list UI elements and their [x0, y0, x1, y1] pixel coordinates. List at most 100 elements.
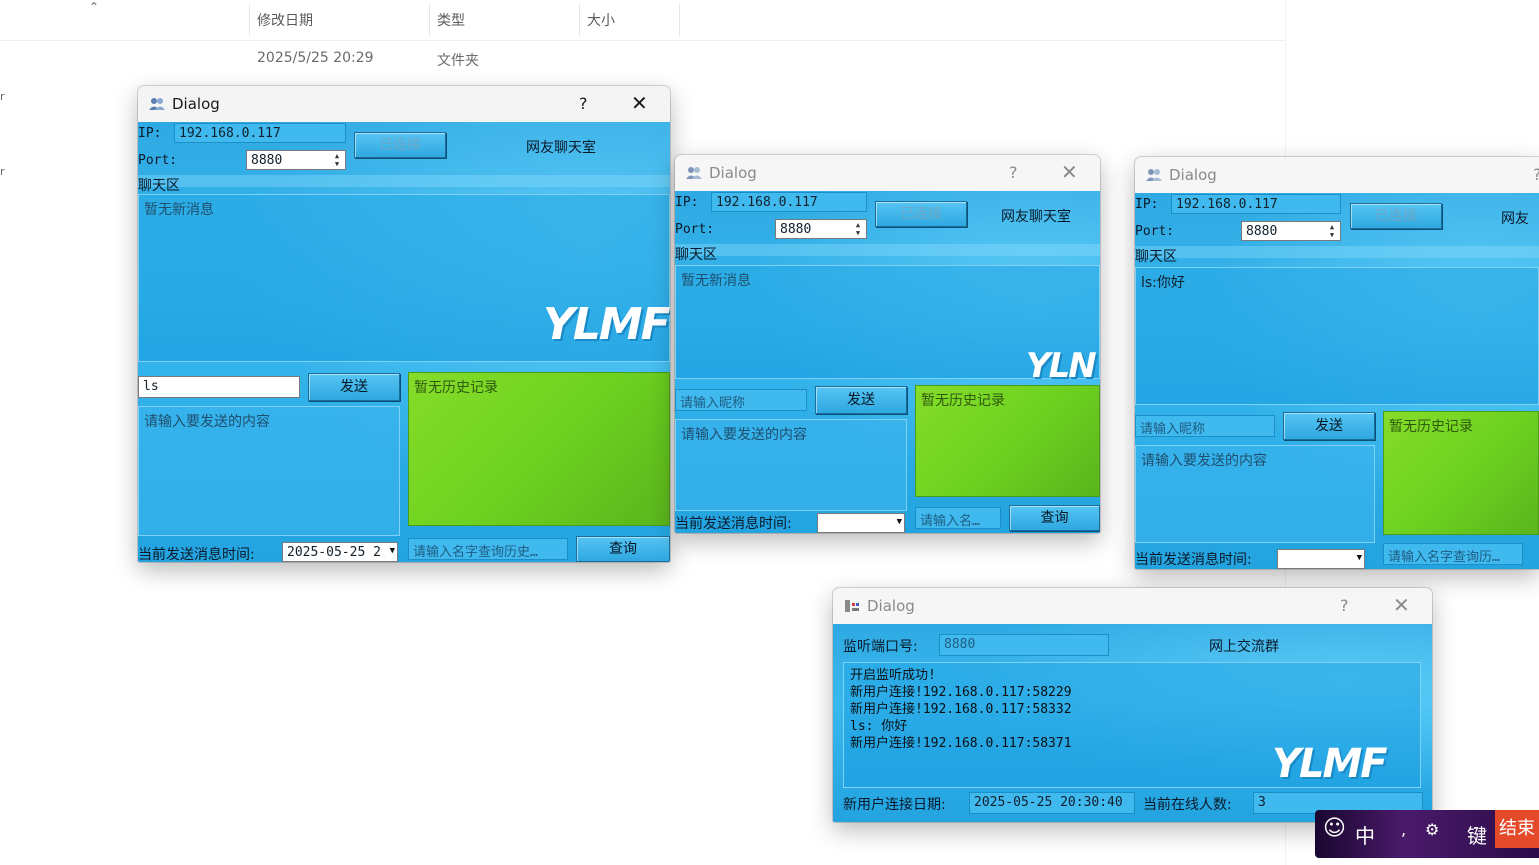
send-button[interactable]: 发送 — [1283, 412, 1375, 440]
help-icon[interactable]: ? — [1009, 163, 1018, 182]
help-icon[interactable]: ? — [1340, 596, 1349, 615]
ime-key-char[interactable]: 键 — [1467, 820, 1487, 849]
ip-input[interactable]: 192.168.0.117 — [174, 123, 346, 143]
query-button[interactable]: 查询 — [576, 536, 670, 562]
explorer-column-header: ⌃ 修改日期 类型 大小 — [0, 0, 1285, 41]
ip-input[interactable]: 192.168.0.117 — [711, 192, 867, 212]
room-name: 网友聊天室 — [526, 140, 596, 156]
message-input[interactable]: 请输入要发送的内容 — [138, 406, 400, 536]
file-date-cell[interactable]: 2025/5/25 20:29 — [257, 50, 374, 66]
chat-display[interactable]: 暂无新消息 YLMF — [138, 194, 670, 362]
query-button[interactable]: 查询 — [1009, 505, 1100, 531]
spin-arrows-icon[interactable]: ▲ ▼ — [1326, 223, 1338, 239]
port-spinbox[interactable]: 8880 ▲ ▼ — [1241, 221, 1341, 241]
connect-date-field[interactable]: 2025-05-25 20:30:40 — [969, 792, 1135, 814]
port-label: Port: — [675, 222, 715, 237]
history-panel[interactable]: 暂无历史记录 — [1383, 411, 1539, 535]
connect-button[interactable]: 已连接 — [875, 201, 967, 227]
column-date-modified[interactable]: 修改日期 — [257, 10, 313, 30]
port-spinbox[interactable]: 8880 ▲ ▼ — [775, 219, 867, 239]
server-dialog: Dialog ? ✕ 监听端口号: 8880 网上交流群 开启监听成功! 新用户… — [833, 588, 1432, 822]
send-time-combo[interactable]: ▼ — [817, 513, 905, 533]
message-input[interactable]: 请输入要发送的内容 — [1135, 445, 1375, 543]
history-search-input[interactable]: 请输入名字查询历… — [1383, 543, 1523, 565]
room-name: 网友 — [1501, 211, 1529, 227]
ime-toolbar[interactable]: ☺ 中 , ⚙ 键 结束 — [1315, 810, 1539, 858]
close-icon[interactable]: ✕ — [1393, 593, 1410, 617]
online-count-label: 当前在线人数: — [1143, 797, 1232, 813]
history-search-input[interactable]: 请输入名字查询历史… — [408, 538, 568, 560]
send-button[interactable]: 发送 — [308, 373, 400, 401]
log-lines: 开启监听成功! 新用户连接!192.168.0.117:58229 新用户连接!… — [850, 667, 1072, 752]
end-button[interactable]: 结束 — [1495, 810, 1539, 848]
chat-display[interactable]: ls:你好 — [1135, 267, 1539, 405]
port-value: 8880 — [251, 153, 283, 168]
spin-arrows-icon[interactable]: ▲ ▼ — [331, 152, 343, 168]
connect-button[interactable]: 已连接 — [354, 132, 446, 158]
nickname-input[interactable]: 请输入昵称 — [675, 389, 807, 411]
port-spinbox[interactable]: 8880 ▲ ▼ — [246, 150, 346, 170]
users-icon — [149, 98, 165, 110]
titlebar[interactable]: Dialog ? — [1135, 157, 1539, 193]
column-separator[interactable] — [579, 4, 580, 36]
spin-arrows-icon[interactable]: ▲ ▼ — [852, 221, 864, 237]
nickname-input[interactable]: 请输入昵称 — [1135, 415, 1275, 437]
sort-caret-icon[interactable]: ⌃ — [89, 0, 99, 14]
message-placeholder: 请输入要发送的内容 — [144, 414, 270, 430]
punctuation-icon[interactable]: , — [1401, 820, 1406, 839]
connect-button[interactable]: 已连接 — [1350, 203, 1442, 229]
client-area: IP: 192.168.0.117 Port: 8880 ▲ ▼ 已连接 网友 聊… — [1135, 193, 1539, 569]
column-separator[interactable] — [679, 4, 680, 36]
column-type[interactable]: 类型 — [437, 10, 465, 30]
chat-area-label: 聊天区 — [1135, 249, 1177, 265]
column-separator[interactable] — [429, 4, 430, 36]
column-size[interactable]: 大小 — [587, 10, 615, 30]
ime-mode-char[interactable]: 中 — [1355, 820, 1375, 849]
connect-date-label: 新用户连接日期: — [843, 797, 946, 813]
file-type-cell[interactable]: 文件夹 — [437, 50, 479, 70]
chat-text: 暂无新消息 — [681, 273, 751, 289]
send-time-combo[interactable]: 2025-05-25 2 ▼ — [282, 542, 398, 562]
listen-port-label: 监听端口号: — [843, 639, 918, 655]
log-line: 新用户连接!192.168.0.117:58332 — [850, 702, 1072, 717]
titlebar[interactable]: Dialog ? ✕ — [833, 588, 1432, 624]
ip-input[interactable]: 192.168.0.117 — [1171, 194, 1341, 214]
client-area: IP: 192.168.0.117 Port: 8880 ▲ ▼ 已连接 网友聊天… — [138, 122, 670, 562]
dropdown-arrow-icon[interactable]: ▼ — [1357, 553, 1362, 563]
close-icon[interactable]: ✕ — [1061, 160, 1078, 184]
history-panel[interactable]: 暂无历史记录 — [408, 372, 670, 526]
header-strip — [138, 175, 670, 187]
help-icon[interactable]: ? — [1533, 165, 1539, 184]
nickname-input[interactable]: ls — [138, 376, 300, 398]
log-line: 开启监听成功! — [850, 668, 936, 683]
settings-icon[interactable]: ⚙ — [1425, 820, 1439, 839]
dropdown-arrow-icon[interactable]: ▼ — [897, 517, 902, 527]
send-time-combo[interactable]: ▼ — [1277, 549, 1365, 569]
client-area: 监听端口号: 8880 网上交流群 开启监听成功! 新用户连接!192.168.… — [833, 624, 1432, 822]
client-area: IP: 192.168.0.117 Port: 8880 ▲ ▼ 已连接 网友聊天… — [675, 191, 1100, 533]
close-icon[interactable]: ✕ — [631, 91, 648, 115]
chat-display[interactable]: 暂无新消息 YLN — [675, 265, 1100, 386]
send-time-label: 当前发送消息时间: — [675, 516, 792, 532]
server-log[interactable]: 开启监听成功! 新用户连接!192.168.0.117:58229 新用户连接!… — [843, 662, 1421, 788]
column-separator[interactable] — [249, 4, 250, 36]
user-icon[interactable]: ☺ — [1323, 816, 1346, 841]
listen-port-input[interactable]: 8880 — [939, 634, 1109, 656]
send-time-label: 当前发送消息时间: — [1135, 552, 1252, 568]
message-placeholder: 请输入要发送的内容 — [1141, 453, 1267, 469]
chat-area-label: 聊天区 — [138, 178, 180, 194]
titlebar[interactable]: Dialog ? ✕ — [675, 155, 1100, 191]
ip-label: IP: — [138, 126, 162, 141]
server-icon — [845, 600, 859, 612]
ip-label: IP: — [1135, 197, 1159, 212]
history-panel[interactable]: 暂无历史记录 — [915, 385, 1100, 497]
history-search-input[interactable]: 请输入名… — [915, 507, 1001, 529]
message-input[interactable]: 请输入要发送的内容 — [675, 419, 907, 511]
send-button[interactable]: 发送 — [815, 386, 907, 414]
help-icon[interactable]: ? — [579, 94, 588, 113]
log-line: 新用户连接!192.168.0.117:58229 — [850, 685, 1072, 700]
titlebar[interactable]: Dialog ? ✕ — [138, 86, 670, 122]
dropdown-arrow-icon[interactable]: ▼ — [390, 546, 395, 556]
dialog-title: Dialog — [172, 95, 220, 113]
header-strip — [1135, 246, 1539, 258]
